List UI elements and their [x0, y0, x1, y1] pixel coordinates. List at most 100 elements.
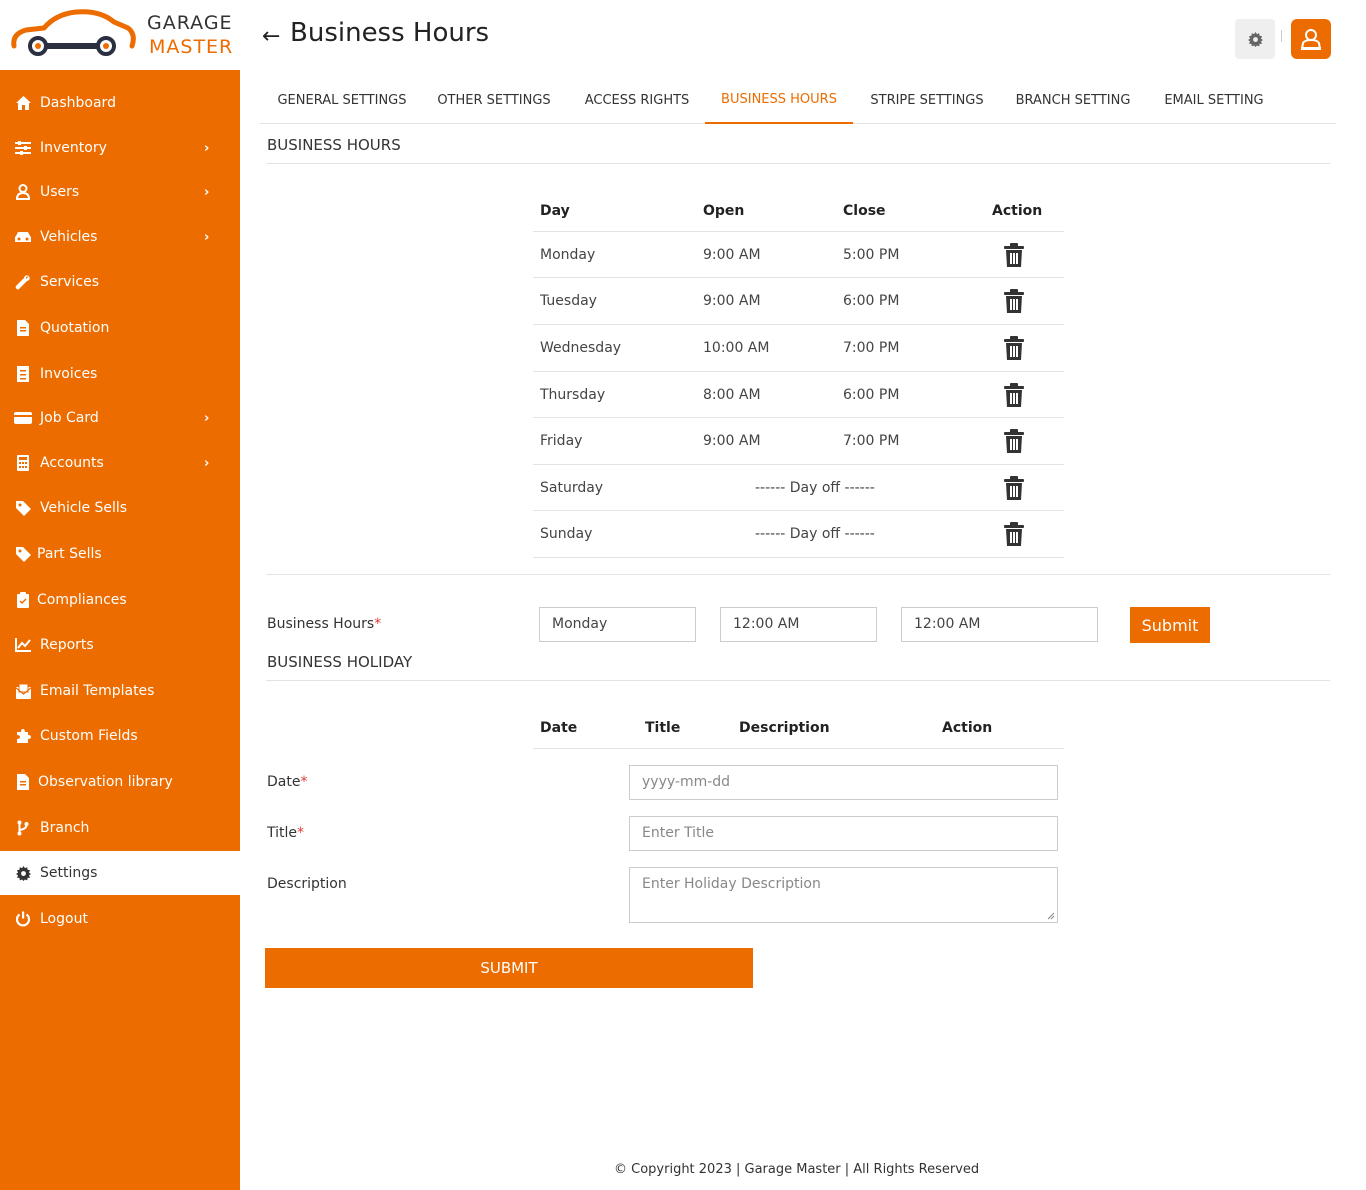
chevron-right-icon: ›: [204, 140, 210, 156]
sidebar-item-label: Quotation: [40, 320, 110, 336]
close-cell: 6:00 PM: [843, 387, 900, 403]
label-text: Title: [267, 825, 298, 841]
date-input[interactable]: yyyy-mm-dd: [629, 765, 1058, 800]
sidebar-item-label: Vehicles: [40, 229, 98, 245]
col-day: Day: [540, 203, 570, 219]
tab-other-settings[interactable]: OTHER SETTINGS: [426, 76, 562, 124]
sidebar-item-reports[interactable]: Reports: [0, 623, 240, 667]
sidebar-item-label: Settings: [40, 865, 98, 881]
sidebar-item-label: Invoices: [40, 366, 98, 382]
trash-icon[interactable]: [1003, 289, 1025, 317]
col-action: Action: [992, 203, 1043, 219]
sidebar-item-label: Email Templates: [40, 683, 155, 699]
sidebar-item-dashboard[interactable]: Dashboard: [0, 81, 240, 125]
sidebar-item-label: Logout: [40, 911, 88, 927]
open-time-input[interactable]: 12:00 AM: [720, 607, 877, 642]
submit-hours-button[interactable]: Submit: [1130, 607, 1210, 643]
tab-stripe-settings[interactable]: STRIPE SETTINGS: [860, 76, 994, 124]
day-off-cell: ------ Day off ------: [755, 526, 875, 542]
divider: [533, 557, 1064, 558]
sidebar-item-services[interactable]: Services: [0, 260, 240, 304]
car-logo-icon: [11, 9, 136, 56]
settings-tabs: GENERAL SETTINGS OTHER SETTINGS ACCESS R…: [260, 76, 1336, 124]
sidebar-item-custom-fields[interactable]: Custom Fields: [0, 714, 240, 758]
tab-general-settings[interactable]: GENERAL SETTINGS: [268, 76, 416, 124]
trash-icon[interactable]: [1003, 522, 1025, 550]
table-row: Thursday 8:00 AM 6:00 PM: [533, 371, 1064, 418]
label-text: Business Hours: [267, 616, 375, 632]
sliders-icon: [14, 139, 32, 157]
col-description: Description: [739, 720, 830, 736]
divider: [266, 163, 1330, 164]
resize-handle-icon[interactable]: [1047, 912, 1055, 920]
business-holiday-heading: BUSINESS HOLIDAY: [267, 653, 413, 671]
table-row: Friday 9:00 AM 7:00 PM: [533, 417, 1064, 464]
calculator-icon: [14, 454, 32, 472]
close-time-input[interactable]: 12:00 AM: [901, 607, 1098, 642]
tab-access-rights[interactable]: ACCESS RIGHTS: [572, 76, 702, 124]
col-action: Action: [942, 720, 993, 736]
table-row: Monday 9:00 AM 5:00 PM: [533, 231, 1064, 278]
sidebar-item-part-sells[interactable]: Part Sells: [0, 532, 240, 576]
sidebar-item-branch[interactable]: Branch: [0, 806, 240, 850]
day-select[interactable]: Monday: [539, 607, 696, 642]
sidebar-item-label: Vehicle Sells: [40, 500, 128, 516]
col-title: Title: [645, 720, 681, 736]
close-cell: 7:00 PM: [843, 433, 900, 449]
trash-icon[interactable]: [1003, 243, 1025, 271]
divider: [266, 574, 1330, 575]
sidebar-item-label: Branch: [40, 820, 90, 836]
chevron-right-icon: ›: [204, 229, 210, 245]
sidebar-item-observation-library[interactable]: Observation library: [0, 760, 240, 804]
day-cell: Friday: [540, 433, 583, 449]
sidebar-item-inventory[interactable]: Inventory ›: [0, 126, 240, 170]
trash-icon[interactable]: [1003, 336, 1025, 364]
sidebar-item-accounts[interactable]: Accounts ›: [0, 441, 240, 485]
day-cell: Sunday: [540, 526, 593, 542]
sidebar-item-job-card[interactable]: Job Card ›: [0, 396, 240, 440]
footer-copyright: © Copyright 2023 | Garage Master | All R…: [614, 1162, 980, 1177]
tab-business-hours[interactable]: BUSINESS HOURS: [705, 76, 853, 124]
branch-icon: [14, 819, 32, 837]
sidebar-item-invoices[interactable]: Invoices: [0, 352, 240, 396]
col-close: Close: [843, 203, 886, 219]
sidebar-item-vehicle-sells[interactable]: Vehicle Sells: [0, 486, 240, 530]
avatar-icon: [1300, 29, 1322, 50]
back-arrow-icon[interactable]: ←: [262, 24, 280, 49]
card-icon: [14, 409, 32, 427]
day-cell: Thursday: [540, 387, 606, 403]
title-input[interactable]: Enter Title: [629, 816, 1058, 851]
submit-holiday-button[interactable]: SUBMIT: [265, 948, 753, 988]
sidebar-item-vehicles[interactable]: Vehicles ›: [0, 215, 240, 259]
day-cell: Wednesday: [540, 340, 622, 356]
close-cell: 7:00 PM: [843, 340, 900, 356]
sidebar-item-label: Compliances: [37, 592, 127, 608]
settings-button[interactable]: [1235, 19, 1275, 59]
label-text: Date: [267, 774, 301, 790]
sidebar-item-logout[interactable]: Logout: [0, 897, 240, 941]
open-cell: 8:00 AM: [703, 387, 761, 403]
sidebar-item-email-templates[interactable]: Email Templates: [0, 669, 240, 713]
description-textarea[interactable]: Enter Holiday Description: [629, 867, 1058, 923]
user-avatar-button[interactable]: [1291, 19, 1331, 59]
tab-email-setting[interactable]: EMAIL SETTING: [1154, 76, 1274, 124]
trash-icon[interactable]: [1003, 383, 1025, 411]
trash-icon[interactable]: [1003, 476, 1025, 504]
close-cell: 5:00 PM: [843, 247, 900, 263]
col-date: Date: [540, 720, 578, 736]
divider: [266, 680, 1330, 681]
sidebar-item-label: Dashboard: [40, 95, 116, 111]
clipboard-icon: [14, 591, 32, 609]
sidebar-item-users[interactable]: Users ›: [0, 170, 240, 214]
tab-branch-setting[interactable]: BRANCH SETTING: [1004, 76, 1142, 124]
open-cell: 9:00 AM: [703, 433, 761, 449]
sidebar-item-compliances[interactable]: Compliances: [0, 578, 240, 622]
placeholder-text: Enter Holiday Description: [642, 876, 821, 892]
sidebar-item-quotation[interactable]: Quotation: [0, 306, 240, 350]
sidebar-item-settings[interactable]: Settings: [0, 851, 240, 895]
logo[interactable]: GARAGE MASTER: [0, 0, 240, 70]
gear-icon: [1247, 31, 1263, 47]
trash-icon[interactable]: [1003, 429, 1025, 457]
chevron-right-icon: ›: [204, 455, 210, 471]
page-title: Business Hours: [290, 18, 490, 48]
